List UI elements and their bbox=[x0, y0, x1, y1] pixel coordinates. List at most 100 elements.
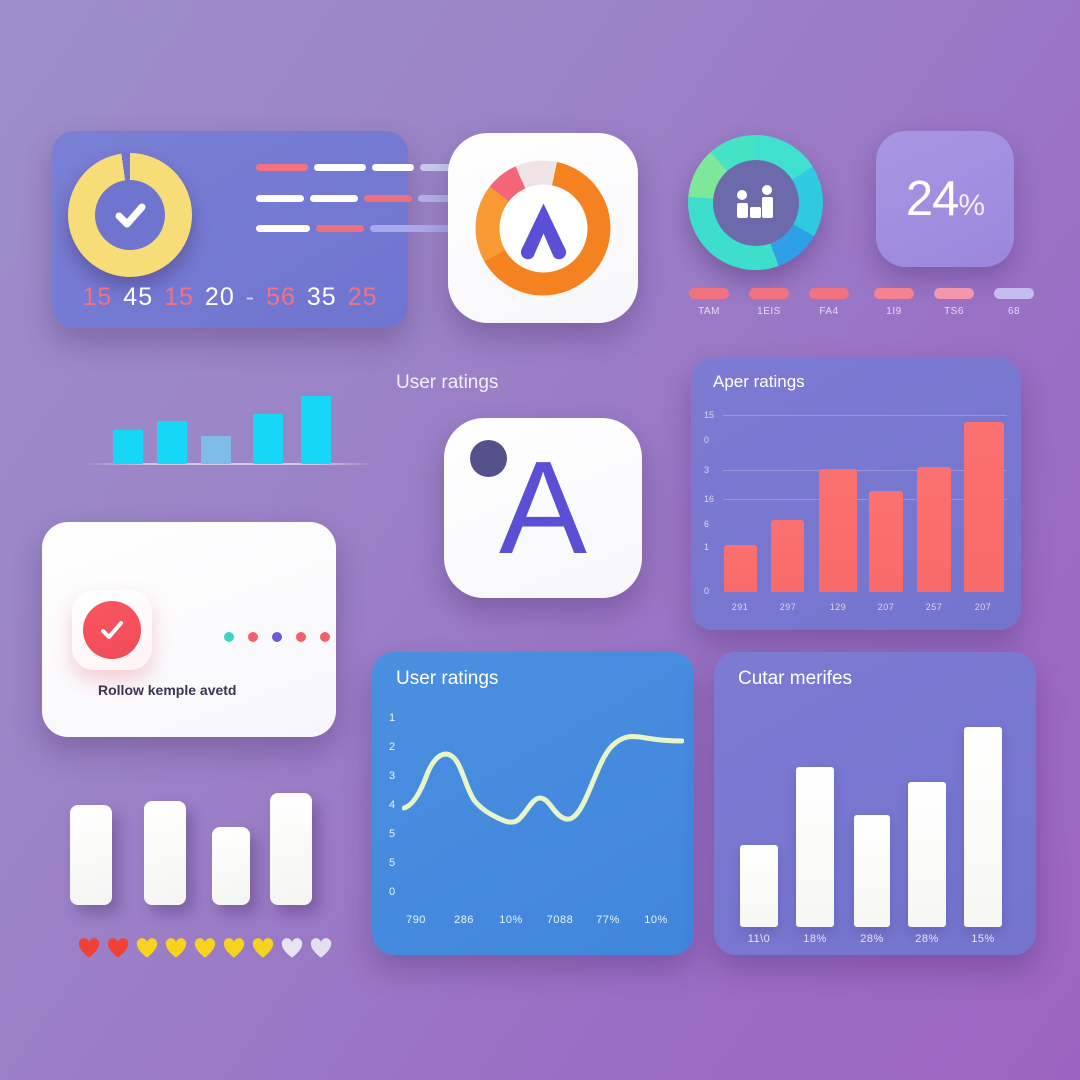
progress-segment bbox=[364, 195, 412, 202]
y-axis-tick: 2 bbox=[389, 741, 396, 753]
white-bar bbox=[270, 793, 312, 905]
y-axis-tick: 1 bbox=[704, 542, 710, 552]
legend-item[interactable]: 68 bbox=[994, 288, 1034, 317]
metric-digit: 45 bbox=[123, 283, 154, 311]
bar[interactable] bbox=[964, 422, 1004, 592]
cyan-bar bbox=[113, 430, 143, 464]
y-axis-tick: 5 bbox=[389, 857, 396, 869]
completion-gauge bbox=[68, 153, 192, 277]
status-dot bbox=[248, 632, 258, 642]
progress-segment bbox=[256, 164, 308, 171]
heart-icon[interactable] bbox=[281, 938, 303, 959]
bar[interactable] bbox=[819, 469, 857, 592]
app-tile-donut[interactable] bbox=[448, 133, 638, 323]
white-bar bbox=[212, 827, 250, 905]
donut-center bbox=[712, 159, 799, 246]
heart-rating-row[interactable] bbox=[78, 938, 332, 959]
bar[interactable] bbox=[796, 767, 834, 927]
metric-digit: 15 bbox=[82, 283, 113, 311]
x-axis-tick: 207 bbox=[974, 602, 992, 612]
x-axis-tick: 790 bbox=[406, 914, 426, 926]
bar[interactable] bbox=[869, 491, 903, 592]
legend-swatch bbox=[934, 288, 974, 299]
x-axis-tick: 11\0 bbox=[747, 933, 771, 945]
metric-digit: - bbox=[245, 283, 256, 311]
metric-digit: 15 bbox=[164, 283, 194, 311]
y-axis-tick: 0 bbox=[704, 586, 710, 596]
progress-segment bbox=[370, 225, 458, 232]
x-axis-tick: 15% bbox=[971, 933, 995, 945]
cyan-bars-label: User ratings bbox=[396, 372, 499, 393]
check-badge[interactable] bbox=[72, 590, 152, 670]
heart-icon[interactable] bbox=[194, 938, 216, 959]
progress-row bbox=[256, 195, 456, 202]
heart-icon[interactable] bbox=[107, 938, 129, 959]
progress-segment bbox=[310, 195, 358, 202]
chart-title: Cutar merifes bbox=[738, 668, 853, 689]
bar-chart-icon bbox=[736, 184, 773, 218]
metric-digit-row: 15 45 15 20 - 56 35 25 bbox=[52, 283, 408, 312]
heart-icon[interactable] bbox=[252, 938, 274, 959]
legend-item[interactable]: TS6 bbox=[934, 288, 974, 317]
legend-item[interactable]: FA4 bbox=[809, 288, 849, 317]
progress-segment bbox=[316, 225, 364, 232]
app-tile-letter[interactable]: A bbox=[444, 418, 642, 598]
teal-donut-legend: TAM 1EIS FA4 bbox=[689, 288, 849, 317]
user-ratings-line-card[interactable]: User ratings 1 2 3 4 5 5 0 790 286 10% 7… bbox=[372, 652, 694, 955]
x-axis-tick: 286 bbox=[454, 914, 474, 926]
legend-label: TS6 bbox=[944, 306, 964, 317]
progress-row bbox=[256, 225, 458, 232]
status-dot-row bbox=[224, 632, 330, 642]
progress-segment bbox=[256, 195, 304, 202]
bar[interactable] bbox=[854, 815, 890, 927]
legend-swatch bbox=[689, 288, 729, 299]
bar[interactable] bbox=[917, 467, 951, 592]
bar[interactable] bbox=[771, 520, 804, 592]
donut-progress-icon bbox=[475, 160, 611, 296]
cutar-metrics-card[interactable]: Cutar merifes 11\0 18% 28% 28% 15% bbox=[714, 652, 1036, 955]
x-axis-tick: 18% bbox=[803, 933, 827, 945]
legend-item[interactable]: 1I9 bbox=[874, 288, 914, 317]
donut-center bbox=[499, 184, 587, 272]
heart-icon[interactable] bbox=[78, 938, 100, 959]
heart-icon[interactable] bbox=[223, 938, 245, 959]
stat-summary-card[interactable]: 15 45 15 20 - 56 35 25 bbox=[52, 131, 460, 328]
percent-value: 24 bbox=[905, 172, 960, 226]
aper-ratings-chart-card[interactable]: Aper ratings 15 0 3 16 6 1 0 291 297 129… bbox=[691, 358, 1021, 630]
legend-item[interactable]: TAM bbox=[689, 288, 729, 317]
legend-label: 68 bbox=[1007, 306, 1021, 317]
bar[interactable] bbox=[740, 845, 778, 927]
percentage-tile[interactable]: 24% bbox=[876, 131, 1014, 267]
y-axis-tick: 3 bbox=[389, 770, 396, 782]
plot-area bbox=[736, 712, 1016, 927]
metric-digit: 56 bbox=[266, 283, 296, 311]
plot-area bbox=[723, 415, 1007, 592]
heart-icon[interactable] bbox=[136, 938, 158, 959]
bar[interactable] bbox=[724, 545, 757, 592]
y-axis-tick: 3 bbox=[704, 465, 710, 475]
chart-title: Aper ratings bbox=[713, 372, 805, 391]
x-axis-tick: 257 bbox=[925, 602, 943, 612]
legend-label: 1EIS bbox=[757, 306, 781, 317]
cyan-bar bbox=[157, 421, 187, 464]
x-axis-tick: 77% bbox=[596, 914, 620, 926]
metric-digit: 20 bbox=[204, 283, 235, 311]
bar[interactable] bbox=[908, 782, 946, 927]
legend-item[interactable]: 1EIS bbox=[749, 288, 789, 317]
cyan-bar bbox=[201, 436, 231, 464]
percent-unit: % bbox=[958, 189, 985, 222]
heart-icon[interactable] bbox=[165, 938, 187, 959]
y-axis-tick: 0 bbox=[704, 435, 710, 445]
bar[interactable] bbox=[964, 727, 1002, 927]
teal-donut-chart[interactable] bbox=[688, 135, 823, 270]
letter-a-glyph: A bbox=[498, 434, 588, 581]
check-icon bbox=[101, 621, 123, 639]
heart-icon[interactable] bbox=[310, 938, 332, 959]
x-axis-tick: 291 bbox=[731, 602, 749, 612]
y-axis-tick: 1 bbox=[389, 712, 396, 724]
status-dot bbox=[272, 632, 282, 642]
chart-title: User ratings bbox=[396, 668, 499, 689]
x-axis-tick: 10% bbox=[499, 914, 523, 926]
status-check-card[interactable]: Rollow kemple avetd bbox=[42, 522, 336, 737]
y-axis-tick: 16 bbox=[704, 494, 715, 504]
